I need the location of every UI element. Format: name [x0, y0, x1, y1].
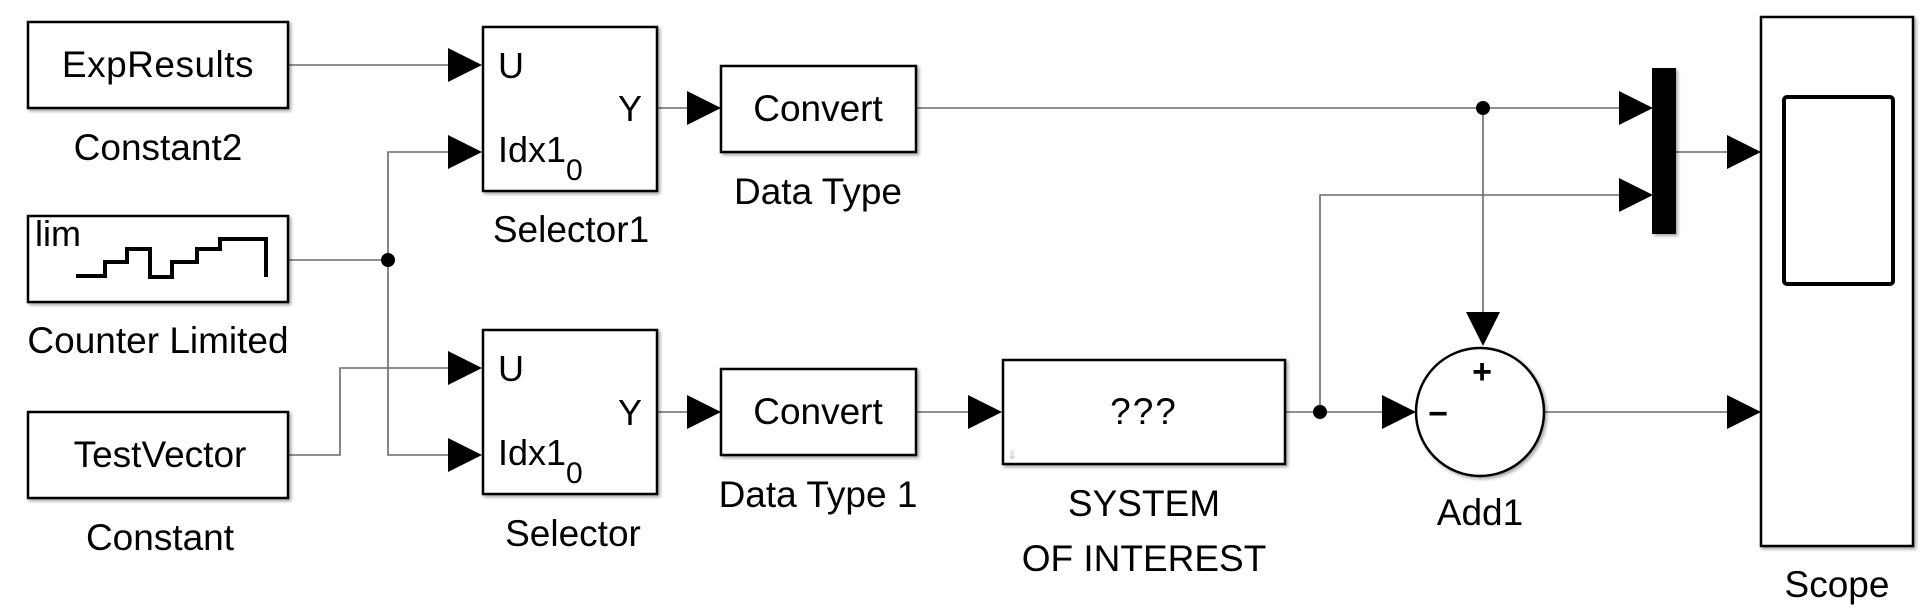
block-selector1[interactable]: U Y Idx10 Selector1 [481, 25, 659, 250]
block-add1-label: Add1 [1437, 492, 1523, 533]
block-constant-value: TestVector [74, 434, 247, 475]
block-constant-label: Constant [86, 517, 235, 558]
block-constant2-value: ExpResults [62, 44, 254, 85]
wire-counter-to-selector1-idx[interactable] [387, 151, 452, 260]
block-data-type-conversion[interactable]: Convert Data Type [719, 64, 918, 212]
block-selector[interactable]: U Y Idx10 Selector [481, 328, 659, 554]
block-system-text: ??? [1110, 391, 1178, 432]
block-mux[interactable] [1652, 68, 1676, 234]
arrow-convert-in [687, 91, 721, 125]
add1-minus-sign: − [1428, 395, 1448, 433]
block-constant2[interactable]: ExpResults Constant2 [26, 20, 290, 168]
arrow-selector1-idx [448, 135, 482, 169]
block-scope[interactable]: Scope [1759, 15, 1915, 605]
mux-bar [1652, 68, 1676, 234]
block-counter-limited[interactable]: lim Counter Limited [26, 213, 290, 361]
arrow-convert1-in [687, 395, 721, 429]
selector1-port-u: U [498, 45, 524, 86]
branch-point-counter [381, 253, 395, 267]
arrow-selector1-u [448, 48, 482, 82]
block-constant[interactable]: TestVector Constant [26, 410, 290, 558]
arrow-selector-u [448, 351, 482, 385]
wire-counter-to-selector-idx[interactable] [387, 260, 452, 456]
block-system-label-line2: OF INTEREST [1022, 538, 1267, 579]
arrow-add-minus [1382, 395, 1416, 429]
arrow-mux-in1 [1619, 91, 1653, 125]
block-add1[interactable]: + − Add1 [1414, 346, 1546, 533]
block-system-of-interest[interactable]: ??? ⇓ SYSTEM OF INTEREST [1001, 358, 1287, 579]
block-counter-label: Counter Limited [27, 320, 288, 361]
block-convert-label: Data Type [734, 171, 902, 212]
block-constant2-label: Constant2 [74, 127, 243, 168]
arrow-scope-in1 [1727, 135, 1761, 169]
block-selector-label: Selector [505, 513, 641, 554]
selector1-port-y: Y [618, 88, 642, 129]
block-system-label-line1: SYSTEM [1068, 483, 1220, 524]
block-selector1-label: Selector1 [493, 209, 649, 250]
block-convert1-text: Convert [753, 391, 883, 432]
branch-point-system [1313, 405, 1327, 419]
arrow-selector-idx [448, 438, 482, 472]
block-convert-text: Convert [753, 88, 883, 129]
simulink-diagram: ExpResults Constant2 lim Counter Limited… [26, 15, 1915, 605]
selector-port-y: Y [618, 392, 642, 433]
arrow-mux-in2 [1619, 178, 1653, 212]
subsystem-arrow-icon: ⇓ [1007, 448, 1017, 462]
block-data-type-conversion-1[interactable]: Convert Data Type 1 [719, 367, 918, 515]
branch-point-convert [1476, 101, 1490, 115]
wire-constant-to-selector-u[interactable] [288, 367, 452, 456]
add1-plus-sign: + [1472, 353, 1492, 391]
block-convert1-label: Data Type 1 [719, 474, 918, 515]
block-scope-label: Scope [1785, 564, 1890, 605]
arrow-add-plus [1466, 312, 1500, 346]
arrow-system-in [968, 395, 1002, 429]
block-counter-lim-text: lim [35, 213, 81, 254]
selector-port-u: U [498, 348, 524, 389]
arrow-scope-in2 [1727, 395, 1761, 429]
